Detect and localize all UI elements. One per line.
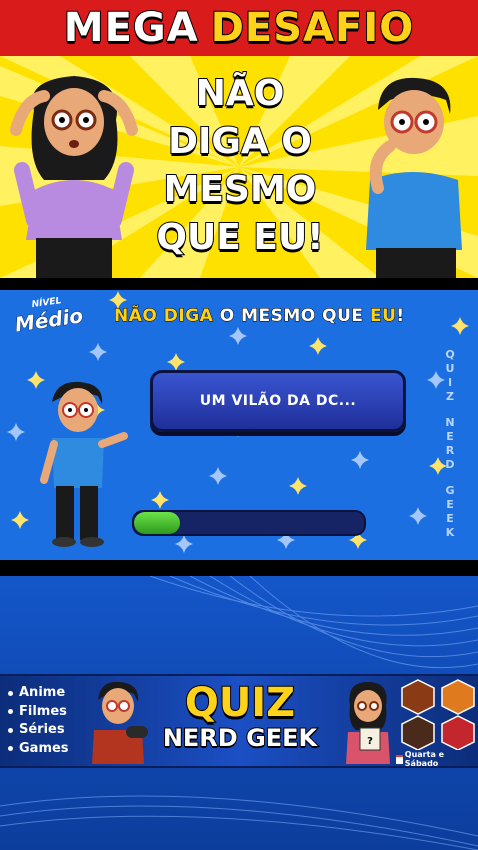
- topic-label: Séries: [19, 722, 65, 737]
- hero-line-3: MESMO: [163, 168, 318, 211]
- vertical-text-char: D: [445, 458, 455, 471]
- character-avatars-collage: [401, 679, 475, 750]
- divider: [0, 560, 478, 576]
- title-word-desafio: DESAFIO: [210, 4, 415, 52]
- hero-title: NÃO DIGA O MESMO QUE EU!: [150, 70, 330, 262]
- vertical-text-char: U: [445, 362, 455, 375]
- answer-text: UM VILÃO DA DC...: [199, 393, 357, 409]
- game-title-part-5: !: [396, 306, 405, 327]
- channel-vertical-text: QUIZNERDGEEK: [440, 348, 460, 540]
- vertical-text-char: N: [445, 416, 455, 429]
- game-title-part-4: EU: [369, 306, 397, 327]
- topic-item: Séries: [8, 721, 69, 740]
- topic-label: Filmes: [19, 703, 67, 719]
- vertical-text-char: I: [447, 376, 453, 389]
- svg-text:?: ?: [367, 736, 373, 747]
- topic-item: Filmes: [8, 703, 69, 722]
- topic-item: Anime: [8, 684, 69, 703]
- timer-progress-fill: [134, 512, 180, 534]
- man-character: [366, 77, 462, 278]
- vertical-text-char: K: [445, 526, 455, 539]
- game-preview-thumbnail[interactable]: NÍVEL Médio NÃO DIGA O MESMO QUE EU! UM …: [0, 290, 478, 560]
- game-title-part-2: DIGA: [163, 306, 214, 327]
- vertical-text-char: Q: [445, 348, 455, 361]
- hero-line-4: QUE EU!: [155, 216, 324, 259]
- vertical-text-char: R: [445, 444, 455, 457]
- vertical-text-char: E: [446, 498, 454, 511]
- hero-thumbnail[interactable]: NÃO DIGA O MESMO QUE EU!: [0, 56, 478, 278]
- game-title-part-3: O MESMO QUE: [219, 306, 364, 327]
- hero-line-2: DIGA O: [167, 120, 313, 163]
- title-word-mega: MEGA: [63, 4, 199, 52]
- channel-banner[interactable]: Anime Filmes Séries Games QUIZ NERD GEEK…: [0, 674, 478, 768]
- topic-label: Anime: [19, 685, 66, 700]
- host-character: ?: [346, 682, 390, 764]
- quiz-nerd-geek-logo: QUIZ NERD GEEK: [140, 680, 340, 753]
- hero-line-1: NÃO: [195, 72, 286, 115]
- calendar-icon: [396, 754, 403, 764]
- logo-quiz: QUIZ: [184, 680, 296, 726]
- answer-card[interactable]: UM VILÃO DA DC...: [150, 370, 406, 432]
- logo-nerd-geek: NERD GEEK: [162, 723, 318, 753]
- vertical-text-char: E: [446, 430, 454, 443]
- vertical-text-char: G: [445, 484, 455, 497]
- game-title: NÃO DIGA O MESMO QUE EU!: [113, 306, 405, 327]
- topic-list: Anime Filmes Séries Games: [8, 684, 69, 758]
- presenter-character: [40, 381, 128, 547]
- topic-item: Games: [8, 740, 69, 759]
- vertical-text-char: Z: [446, 390, 454, 403]
- divider: [0, 278, 478, 290]
- timer-progress-bar: [132, 510, 366, 536]
- vertical-text-char: E: [446, 512, 454, 525]
- woman-character: [10, 76, 138, 278]
- schedule-label: Quarta e Sábado: [396, 750, 478, 768]
- game-title-part-1: NÃO: [113, 306, 158, 327]
- title-banner: MEGA DESAFIO: [0, 0, 478, 56]
- topic-label: Games: [19, 740, 69, 756]
- schedule-text: Quarta e Sábado: [404, 750, 445, 768]
